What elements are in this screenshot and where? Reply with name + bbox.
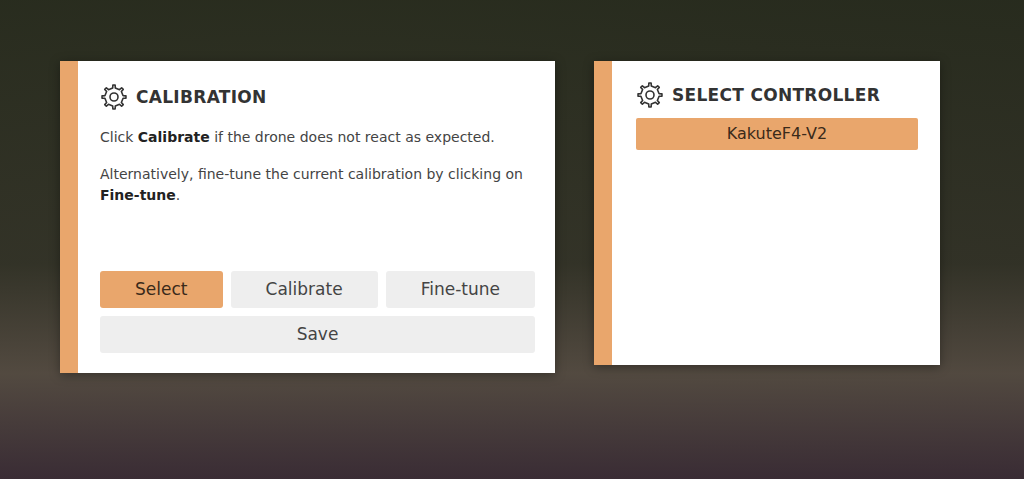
calibration-header-text: CALIBRATION	[136, 87, 267, 107]
save-button[interactable]: Save	[100, 316, 535, 353]
gear-icon	[636, 81, 664, 109]
description-text: Fine-tune	[100, 187, 176, 203]
button-row: SelectCalibrateFine-tune	[100, 271, 535, 308]
calibrate-button[interactable]: Calibrate	[231, 271, 378, 308]
controller-item[interactable]: KakuteF4-V2	[636, 118, 918, 150]
description-text: .	[176, 187, 180, 203]
calibration-header: CALIBRATION	[100, 83, 535, 111]
controller-header-text: SELECT CONTROLLER	[672, 85, 880, 105]
description-text: Click	[100, 129, 138, 145]
description-paragraph: Click Calibrate if the drone does not re…	[100, 127, 535, 148]
description-text: Alternatively, fine-tune the current cal…	[100, 166, 523, 182]
button-area: SelectCalibrateFine-tune Save	[100, 247, 535, 353]
background: CALIBRATION Click Calibrate if the drone …	[0, 0, 1024, 479]
description-text: if the drone does not react as expected.	[210, 129, 495, 145]
calibration-panel: CALIBRATION Click Calibrate if the drone …	[60, 61, 555, 373]
description: Click Calibrate if the drone does not re…	[100, 127, 535, 206]
select-button[interactable]: Select	[100, 271, 223, 308]
description-text: Calibrate	[138, 129, 210, 145]
gear-icon	[100, 83, 128, 111]
fine-tune-button[interactable]: Fine-tune	[386, 271, 535, 308]
controller-header: SELECT CONTROLLER	[636, 81, 918, 109]
controller-panel: SELECT CONTROLLER KakuteF4-V2	[594, 61, 940, 365]
description-paragraph: Alternatively, fine-tune the current cal…	[100, 164, 535, 206]
controller-list: KakuteF4-V2	[636, 118, 918, 150]
